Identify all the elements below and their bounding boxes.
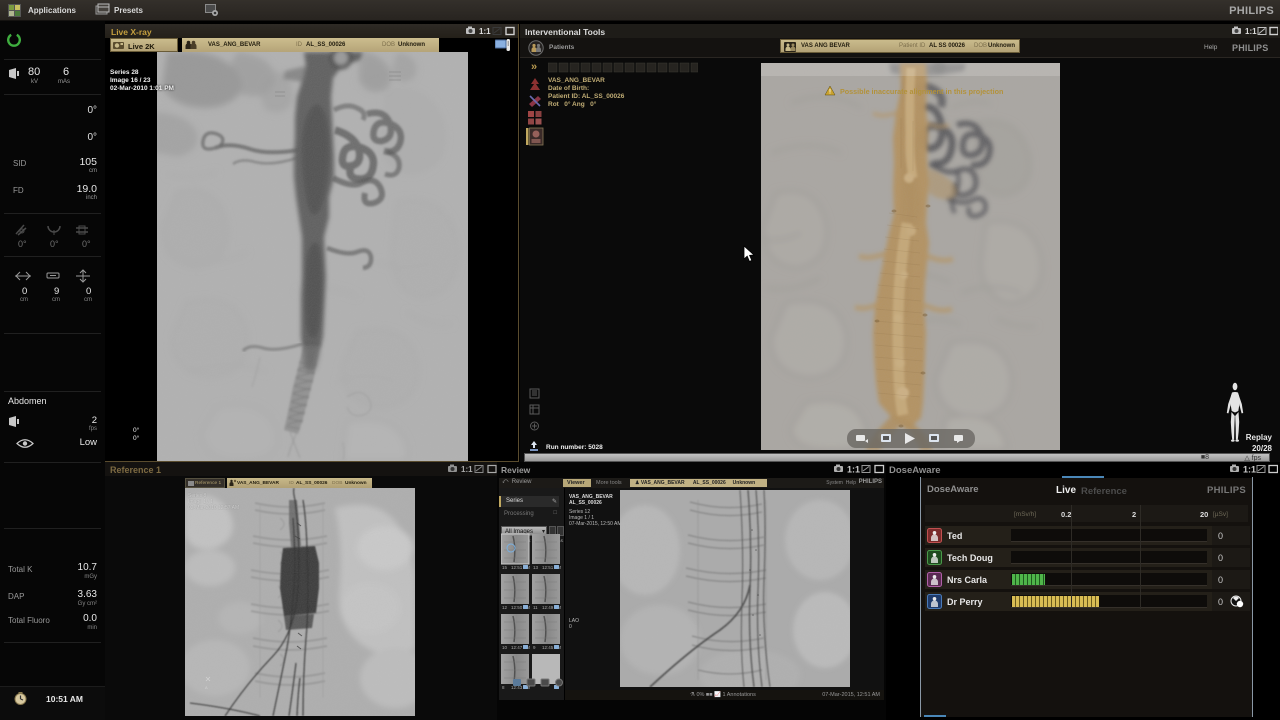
svg-text:1:1: 1:1 bbox=[461, 465, 473, 474]
svg-text:A: A bbox=[205, 685, 208, 690]
svg-text:1:1: 1:1 bbox=[1243, 465, 1256, 475]
svg-text:15: 15 bbox=[502, 565, 508, 570]
svg-text:1:1: 1:1 bbox=[1245, 27, 1257, 36]
svg-text:8: 8 bbox=[502, 685, 505, 690]
svg-text:9: 9 bbox=[533, 645, 536, 650]
svg-text:Possible inaccurate alignment: Possible inaccurate alignment in this pr… bbox=[840, 87, 1003, 96]
svg-text:1:1: 1:1 bbox=[847, 465, 860, 475]
svg-text:10: 10 bbox=[502, 645, 508, 650]
svg-text:!: ! bbox=[829, 90, 831, 96]
svg-text:1:1: 1:1 bbox=[479, 27, 491, 36]
svg-text:12: 12 bbox=[502, 605, 508, 610]
svg-text:11: 11 bbox=[533, 605, 538, 610]
svg-text:13: 13 bbox=[533, 565, 539, 570]
